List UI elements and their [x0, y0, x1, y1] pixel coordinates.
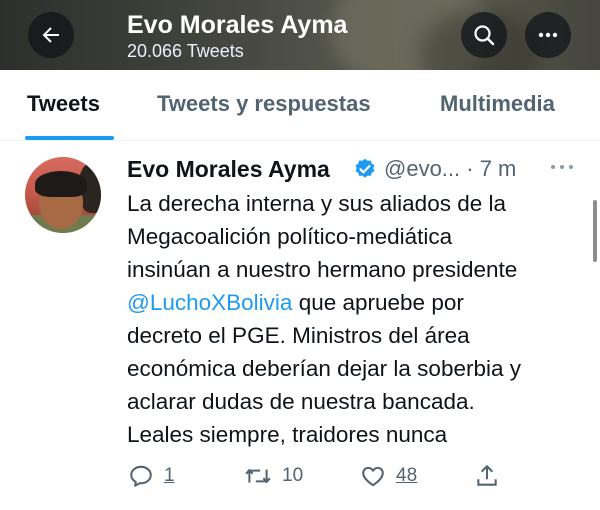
- tweet-line: económica deberían dejar la soberbia y: [127, 356, 521, 381]
- search-button[interactable]: [461, 12, 507, 58]
- retweet-icon: [245, 469, 271, 483]
- tab-media[interactable]: Multimedia: [440, 90, 555, 118]
- mention-link[interactable]: @LuchoXBolivia: [127, 290, 292, 315]
- scrollbar[interactable]: [593, 200, 597, 262]
- tweet-count: 20.066 Tweets: [127, 41, 244, 61]
- share-icon: [477, 465, 497, 486]
- tweet-author-name[interactable]: Evo Morales Ayma: [127, 154, 330, 184]
- tweet-line: La derecha interna y sus aliados de la: [127, 191, 506, 216]
- retweet-count: 10: [282, 465, 304, 486]
- profile-header: Evo Morales Ayma 20.066 Tweets: [0, 0, 600, 70]
- retweet-button[interactable]: 10: [244, 462, 303, 490]
- header-title: Evo Morales Ayma: [127, 11, 348, 39]
- more-horizontal-icon: [538, 32, 558, 38]
- tab-tweets-and-replies[interactable]: Tweets y respuestas: [157, 90, 371, 118]
- tweet-line: aclarar dudas de nuestra bancada.: [127, 389, 475, 414]
- reply-button[interactable]: 1: [128, 462, 175, 490]
- heart-icon: [362, 466, 384, 487]
- more-button[interactable]: [525, 12, 571, 58]
- tweet-line: decreto el PGE. Ministros del área: [127, 323, 470, 348]
- tweet-text: La derecha interna y sus aliados de la M…: [127, 187, 597, 451]
- like-button[interactable]: 48: [360, 462, 417, 490]
- search-icon: [474, 25, 495, 46]
- tweet-line: insinúan a nuestro hermano presidente: [127, 257, 518, 282]
- tweet-line: @LuchoXBolivia que apruebe por: [127, 290, 464, 315]
- tweet-line: Megacoalición político-mediática: [127, 224, 453, 249]
- tweet-line: Leales siempre, traidores nunca: [127, 422, 448, 447]
- active-tab-indicator: [25, 136, 114, 140]
- reply-count: 1: [164, 465, 175, 486]
- like-count: 48: [396, 465, 418, 486]
- profile-tabs: Tweets Tweets y respuestas Multimedia: [0, 70, 600, 141]
- reply-icon: [130, 465, 152, 487]
- tab-tweets[interactable]: Tweets: [27, 90, 100, 118]
- tweet-handle-time[interactable]: @evo... · 7 m: [384, 154, 516, 184]
- share-button[interactable]: [474, 462, 500, 490]
- back-button[interactable]: [28, 12, 74, 58]
- tweet-more-icon[interactable]: [549, 160, 575, 174]
- avatar[interactable]: [25, 157, 101, 233]
- verified-badge-icon: [355, 158, 375, 178]
- arrow-left-icon: [42, 27, 59, 43]
